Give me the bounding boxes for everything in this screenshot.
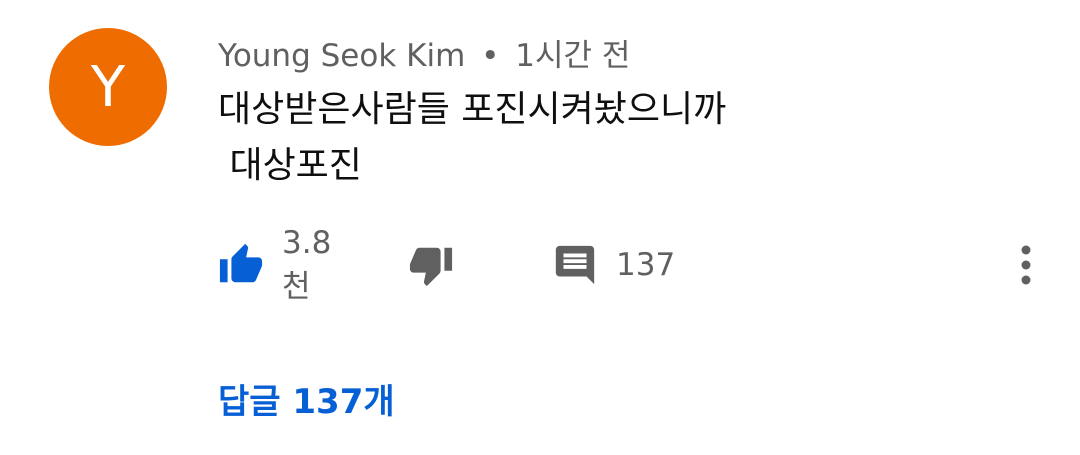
- more-options-button[interactable]: [1006, 240, 1046, 290]
- comment-time[interactable]: 1시간 전: [515, 38, 630, 74]
- meta-separator: •: [481, 38, 500, 74]
- view-replies-button[interactable]: 답글 137개: [218, 374, 395, 423]
- reply-action: 137: [552, 240, 675, 290]
- avatar-letter: Y: [90, 54, 126, 120]
- reply-count: 137: [616, 247, 676, 283]
- vertical-dots-icon: [1021, 245, 1031, 285]
- comment-icon[interactable]: [552, 242, 598, 288]
- comment-meta: Young Seok Kim • 1시간 전: [218, 30, 630, 75]
- like-action: 3.8천: [218, 225, 331, 305]
- author-name[interactable]: Young Seok Kim: [218, 38, 465, 74]
- comment-text-line-2: 대상포진: [218, 145, 362, 186]
- thumb-down-icon[interactable]: [408, 242, 454, 288]
- comment-text-line-1: 대상받은사람들 포진시켜놨으니까: [218, 89, 727, 130]
- author-avatar[interactable]: Y: [49, 28, 167, 146]
- dislike-action: [408, 240, 454, 290]
- comment-text: 대상받은사람들 포진시켜놨으니까 대상포진: [218, 82, 726, 194]
- like-count: 3.8천: [282, 224, 332, 305]
- thumb-up-filled-icon[interactable]: [218, 242, 264, 288]
